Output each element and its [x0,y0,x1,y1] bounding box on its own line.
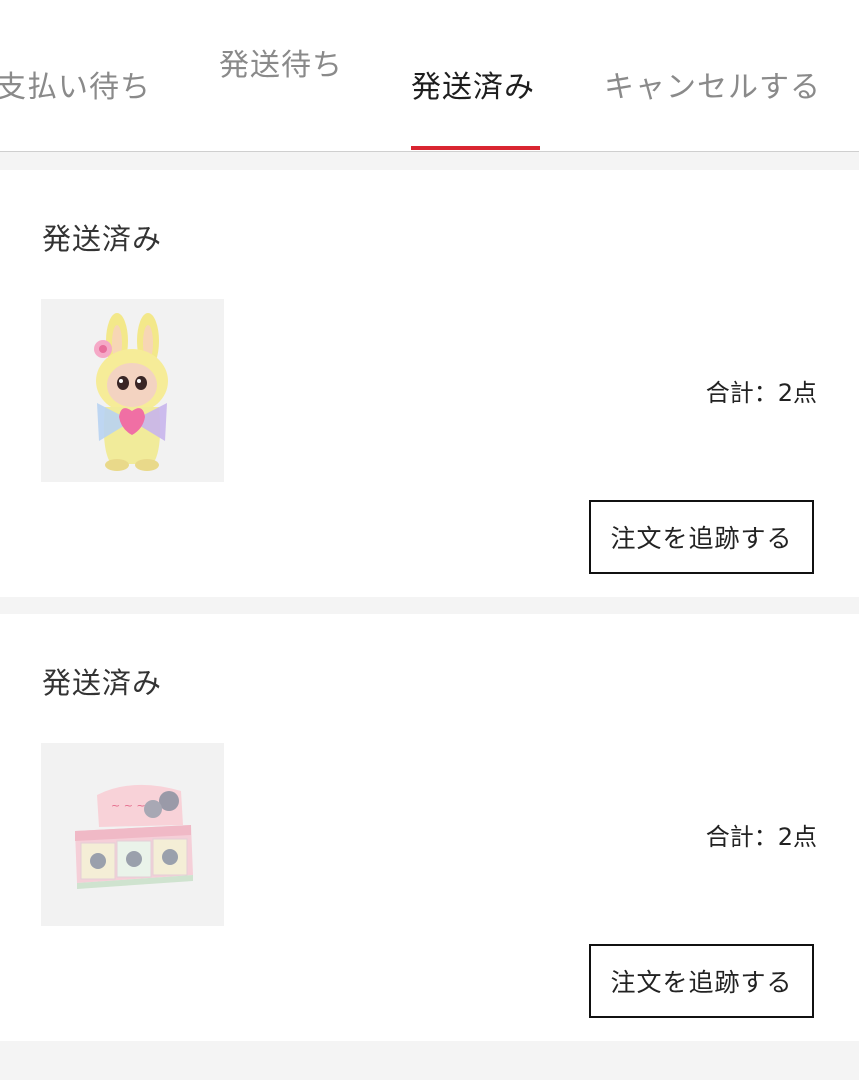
active-tab-indicator [411,146,540,150]
tab-awaiting-payment[interactable]: 支払い待ち [0,62,151,106]
order-status: 発送済み [42,222,163,256]
tab-shipped[interactable]: 発送済み [411,62,535,106]
order-card: 発送済み 合計：2点 注文を追跡する [0,170,859,597]
tab-cancelled[interactable]: キャンセルする [604,62,821,106]
total-count: 2点 [777,379,817,407]
order-card: 発送済み ~ ~ ~ 合計：2点 注文を追跡する [0,614,859,1041]
yellow-bunny-figure-image [94,313,168,471]
order-total: 合計：2点 [706,373,817,408]
total-count: 2点 [777,823,817,851]
product-thumbnail[interactable] [41,299,224,482]
total-label: 合計： [705,379,778,407]
order-status: 発送済み [42,666,163,700]
order-total: 合計：2点 [706,817,817,852]
blind-box-set-image: ~ ~ ~ [75,784,193,889]
track-order-button[interactable]: 注文を追跡する [589,500,814,574]
tab-awaiting-shipment[interactable]: 発送待ち [219,40,343,84]
total-label: 合計： [705,823,778,851]
track-order-button[interactable]: 注文を追跡する [589,944,814,1018]
product-thumbnail[interactable]: ~ ~ ~ [41,743,224,926]
svg-text:~ ~ ~: ~ ~ ~ [111,799,146,812]
order-status-tabs: 支払い待ち 発送待ち 発送済み キャンセルする [0,0,859,152]
